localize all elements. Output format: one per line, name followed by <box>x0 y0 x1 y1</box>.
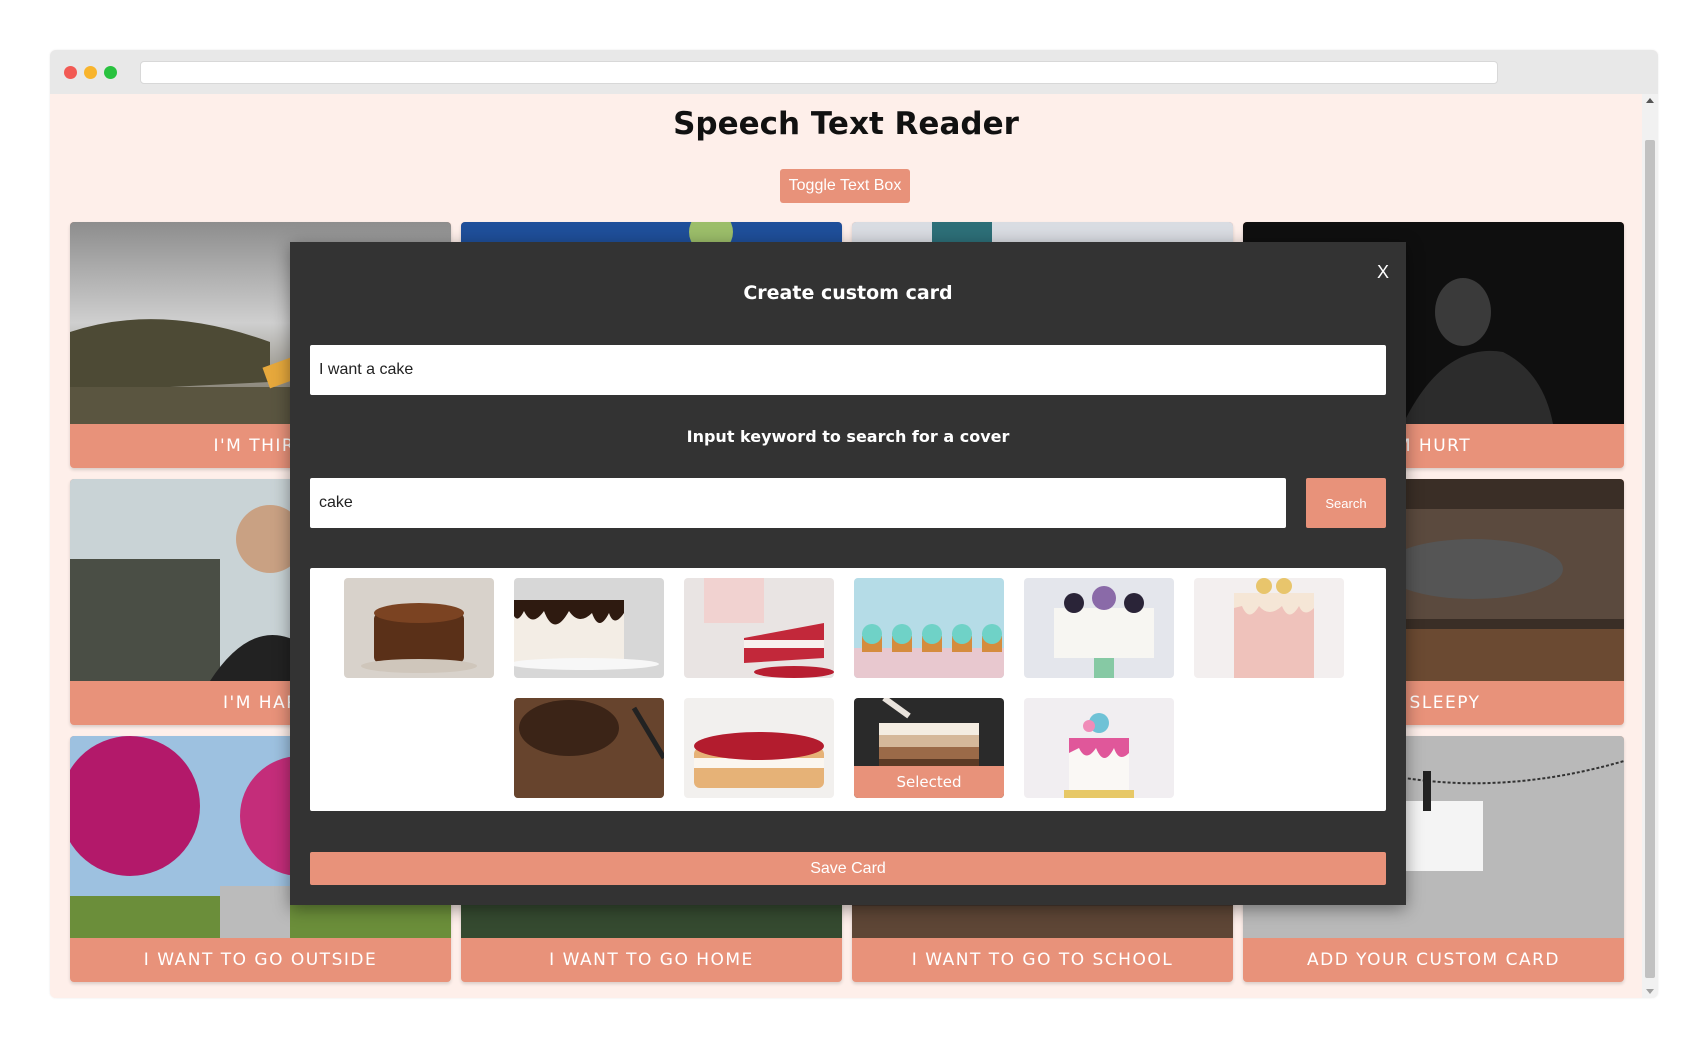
pink-drip-cake-image[interactable] <box>1194 578 1344 678</box>
search-button[interactable]: Search <box>1306 478 1386 528</box>
close-window-dot[interactable] <box>64 66 77 79</box>
vertical-scrollbar[interactable] <box>1642 94 1658 998</box>
drip-cake-image[interactable] <box>514 578 664 678</box>
modal-overlay: X Create custom card Input keyword to se… <box>50 94 1642 998</box>
keyword-search-input[interactable] <box>310 478 1286 528</box>
cupcakes-image[interactable] <box>854 578 1004 678</box>
card-text-input[interactable] <box>310 345 1386 395</box>
address-bar[interactable] <box>140 61 1498 84</box>
close-icon[interactable]: X <box>1374 262 1392 282</box>
dark-cake-on-wood-image[interactable] <box>514 698 664 798</box>
chocolate-cake-image[interactable] <box>344 578 494 678</box>
browser-window: Speech Text Reader Toggle Text Box I'M T… <box>50 50 1658 998</box>
raspberry-cake-image[interactable] <box>684 698 834 798</box>
unicorn-cake-image[interactable] <box>1024 698 1174 798</box>
image-results: Selected <box>310 568 1386 811</box>
page-viewport: Speech Text Reader Toggle Text Box I'M T… <box>50 94 1642 998</box>
modal-title: Create custom card <box>743 282 953 304</box>
selected-indicator: Selected <box>854 766 1004 798</box>
create-card-modal: X Create custom card Input keyword to se… <box>290 242 1406 905</box>
minimize-window-dot[interactable] <box>84 66 97 79</box>
scroll-down-arrow-icon[interactable] <box>1646 989 1654 994</box>
ombre-cake-image[interactable]: Selected <box>854 698 1004 798</box>
berry-cake-image[interactable] <box>1024 578 1174 678</box>
maximize-window-dot[interactable] <box>104 66 117 79</box>
red-velvet-slice-image[interactable] <box>684 578 834 678</box>
scrollbar-thumb[interactable] <box>1645 140 1655 978</box>
browser-chrome <box>50 50 1658 94</box>
keyword-label: Input keyword to search for a cover <box>686 427 1010 446</box>
scroll-up-arrow-icon[interactable] <box>1646 98 1654 103</box>
save-card-button[interactable]: Save Card <box>310 852 1386 885</box>
